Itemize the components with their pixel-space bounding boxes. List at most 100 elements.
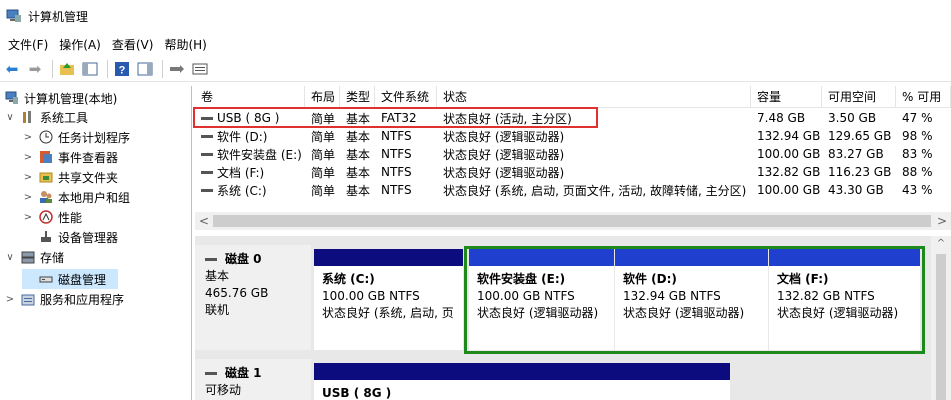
show-hide-action-pane-icon[interactable] [135, 59, 155, 79]
tree-item-disk-management[interactable]: 磁盘管理 [22, 269, 118, 289]
scroll-up-icon[interactable]: ^ [931, 238, 951, 249]
volume-cell-text: 83 % [902, 147, 933, 161]
menu-help[interactable]: 帮助(H) [160, 36, 210, 53]
expanded-chevron-icon[interactable]: ∨ [4, 112, 16, 123]
back-arrow-icon[interactable]: ⬅ [2, 59, 22, 79]
clock-icon [38, 129, 54, 145]
scrollbar-thumb[interactable] [936, 254, 946, 400]
volume-cell-volume-name[interactable]: 文档 (F:) [195, 163, 305, 181]
tree-item-label: 计算机管理(本地) [24, 91, 118, 106]
scroll-left-icon[interactable]: < [195, 212, 213, 230]
horizontal-scrollbar[interactable]: < > [195, 212, 951, 230]
disk-icon [205, 258, 217, 261]
tree-item-device-manager[interactable]: 设备管理器 [22, 227, 118, 247]
column-header-percent-free[interactable]: % 可用 [896, 86, 951, 108]
partition-usb[interactable]: USB ( 8G ) [314, 363, 730, 400]
volume-cell-text: 100.00 GB [757, 147, 821, 161]
scrollbar-thumb[interactable] [213, 215, 931, 227]
column-header-capacity[interactable]: 容量 [751, 86, 822, 108]
disk-1-label[interactable]: 磁盘 1 可移动 [195, 359, 311, 400]
show-hide-tree-icon[interactable] [80, 59, 100, 79]
tree-item-storage[interactable]: ∨ 存储 [4, 247, 64, 267]
device-manager-icon [38, 229, 54, 245]
svg-text:?: ? [119, 65, 126, 77]
volume-cell-text: NTFS [381, 165, 412, 179]
volume-cell-volume-name[interactable]: 系统 (C:) [195, 181, 305, 199]
toolbar-separator [107, 60, 108, 78]
tree-item-performance[interactable]: > 性能 [22, 207, 82, 227]
volume-cell-free-space: 43.30 GB [822, 181, 896, 199]
volume-cell-capacity: 132.94 GB [751, 127, 822, 145]
volume-icon [201, 152, 213, 156]
expanded-chevron-icon[interactable]: ∨ [4, 252, 16, 263]
volume-cell-text: 129.65 GB [828, 129, 892, 143]
tree-item-label: 存储 [40, 250, 65, 265]
partition-name: 软件安装盘 (E:) [477, 272, 566, 286]
menu-action[interactable]: 操作(A) [55, 36, 105, 53]
column-header-filesystem[interactable]: 文件系统 [375, 86, 437, 108]
volume-cell-status: 状态良好 (系统, 启动, 页面文件, 活动, 故障转储, 主分区) [437, 181, 751, 199]
volume-cell-free-space: 116.23 GB [822, 163, 896, 181]
event-viewer-icon [38, 149, 54, 165]
volume-cell-capacity: 7.48 GB [751, 109, 822, 127]
volume-cell-text: 文档 (F:) [217, 165, 265, 180]
volume-cell-text: 83.27 GB [828, 147, 884, 161]
volume-cell-layout: 简单 [305, 127, 340, 145]
partition-e[interactable]: 软件安装盘 (E:) 100.00 GB NTFS 状态良好 (逻辑驱动器) [469, 249, 614, 350]
volume-cell-text: 状态良好 (系统, 启动, 页面文件, 活动, 故障转储, 主分区) [443, 183, 747, 198]
partition-size: 100.00 GB NTFS [477, 289, 575, 303]
help-icon[interactable]: ? [112, 59, 132, 79]
collapsed-chevron-icon[interactable]: > [22, 152, 34, 163]
vertical-scrollbar[interactable]: ^ [931, 236, 951, 400]
volume-cell-type: 基本 [340, 145, 375, 163]
collapsed-chevron-icon[interactable]: > [4, 294, 16, 305]
column-header-type[interactable]: 类型 [340, 86, 375, 108]
menu-file[interactable]: 文件(F) [4, 36, 52, 53]
tree-item-task-scheduler[interactable]: > 任务计划程序 [22, 127, 130, 147]
collapsed-chevron-icon[interactable]: > [22, 192, 34, 203]
volume-cell-capacity: 100.00 GB [751, 181, 822, 199]
tree-item-services-apps[interactable]: > 服务和应用程序 [4, 289, 124, 309]
tree-item-label: 服务和应用程序 [40, 292, 125, 307]
tree-item-label: 磁盘管理 [58, 272, 107, 287]
volume-cell-text: 基本 [346, 147, 371, 162]
volume-cell-filesystem: NTFS [375, 163, 437, 181]
partition-d[interactable]: 软件 (D:) 132.94 GB NTFS 状态良好 (逻辑驱动器) [615, 249, 768, 350]
tree-item-computer-management[interactable]: 计算机管理(本地) [4, 88, 117, 108]
scroll-right-icon[interactable]: > [933, 212, 951, 230]
disk-list-icon[interactable] [190, 59, 210, 79]
volume-cell-volume-name[interactable]: 软件 (D:) [195, 127, 305, 145]
column-header-free-space[interactable]: 可用空间 [822, 86, 896, 108]
volume-cell-volume-name[interactable]: 软件安装盘 (E:) [195, 145, 305, 163]
tree-item-local-users[interactable]: > 本地用户和组 [22, 187, 130, 207]
volume-cell-type: 基本 [340, 181, 375, 199]
logical-drive-bar [469, 249, 614, 266]
tree-item-label: 性能 [58, 210, 83, 225]
column-header-layout[interactable]: 布局 [305, 86, 340, 108]
volume-icon [201, 134, 213, 138]
tree-item-event-viewer[interactable]: > 事件查看器 [22, 147, 118, 167]
forward-arrow-icon[interactable]: ➡ [25, 59, 45, 79]
up-folder-icon[interactable] [57, 59, 77, 79]
column-header-status[interactable]: 状态 [437, 86, 751, 108]
navigation-tree: 计算机管理(本地) ∨ 系统工具 > 任务计划程序 > 事件查看器 > 共享文件… [0, 86, 192, 400]
volume-cell-text: 100.00 GB [757, 183, 821, 197]
menu-view[interactable]: 查看(V) [108, 36, 158, 53]
collapsed-chevron-icon[interactable]: > [22, 172, 34, 183]
volume-cell-text: 简单 [311, 165, 336, 180]
partition-f[interactable]: 文档 (F:) 132.82 GB NTFS 状态良好 (逻辑驱动器) [769, 249, 920, 350]
collapsed-chevron-icon[interactable]: > [22, 212, 34, 223]
collapsed-chevron-icon[interactable]: > [22, 132, 34, 143]
partition-name: 系统 (C:) [322, 272, 375, 286]
column-header-volume[interactable]: 卷 [195, 86, 305, 108]
disk-properties-icon[interactable] [167, 59, 187, 79]
tree-item-shared-folders[interactable]: > 共享文件夹 [22, 167, 118, 187]
volume-cell-text: 132.82 GB [757, 165, 821, 179]
partition-status: 状态良好 (系统, 启动, 页 [322, 306, 454, 320]
partition-c[interactable]: 系统 (C:) 100.00 GB NTFS 状态良好 (系统, 启动, 页 [314, 249, 463, 350]
tree-item-system-tools[interactable]: ∨ 系统工具 [4, 107, 88, 127]
partition-name: 文档 (F:) [777, 272, 829, 286]
volume-cell-text: 简单 [311, 183, 336, 198]
volume-cell-text: 简单 [311, 129, 336, 144]
disk-0-label[interactable]: 磁盘 0 基本 465.76 GB 联机 [195, 245, 311, 350]
